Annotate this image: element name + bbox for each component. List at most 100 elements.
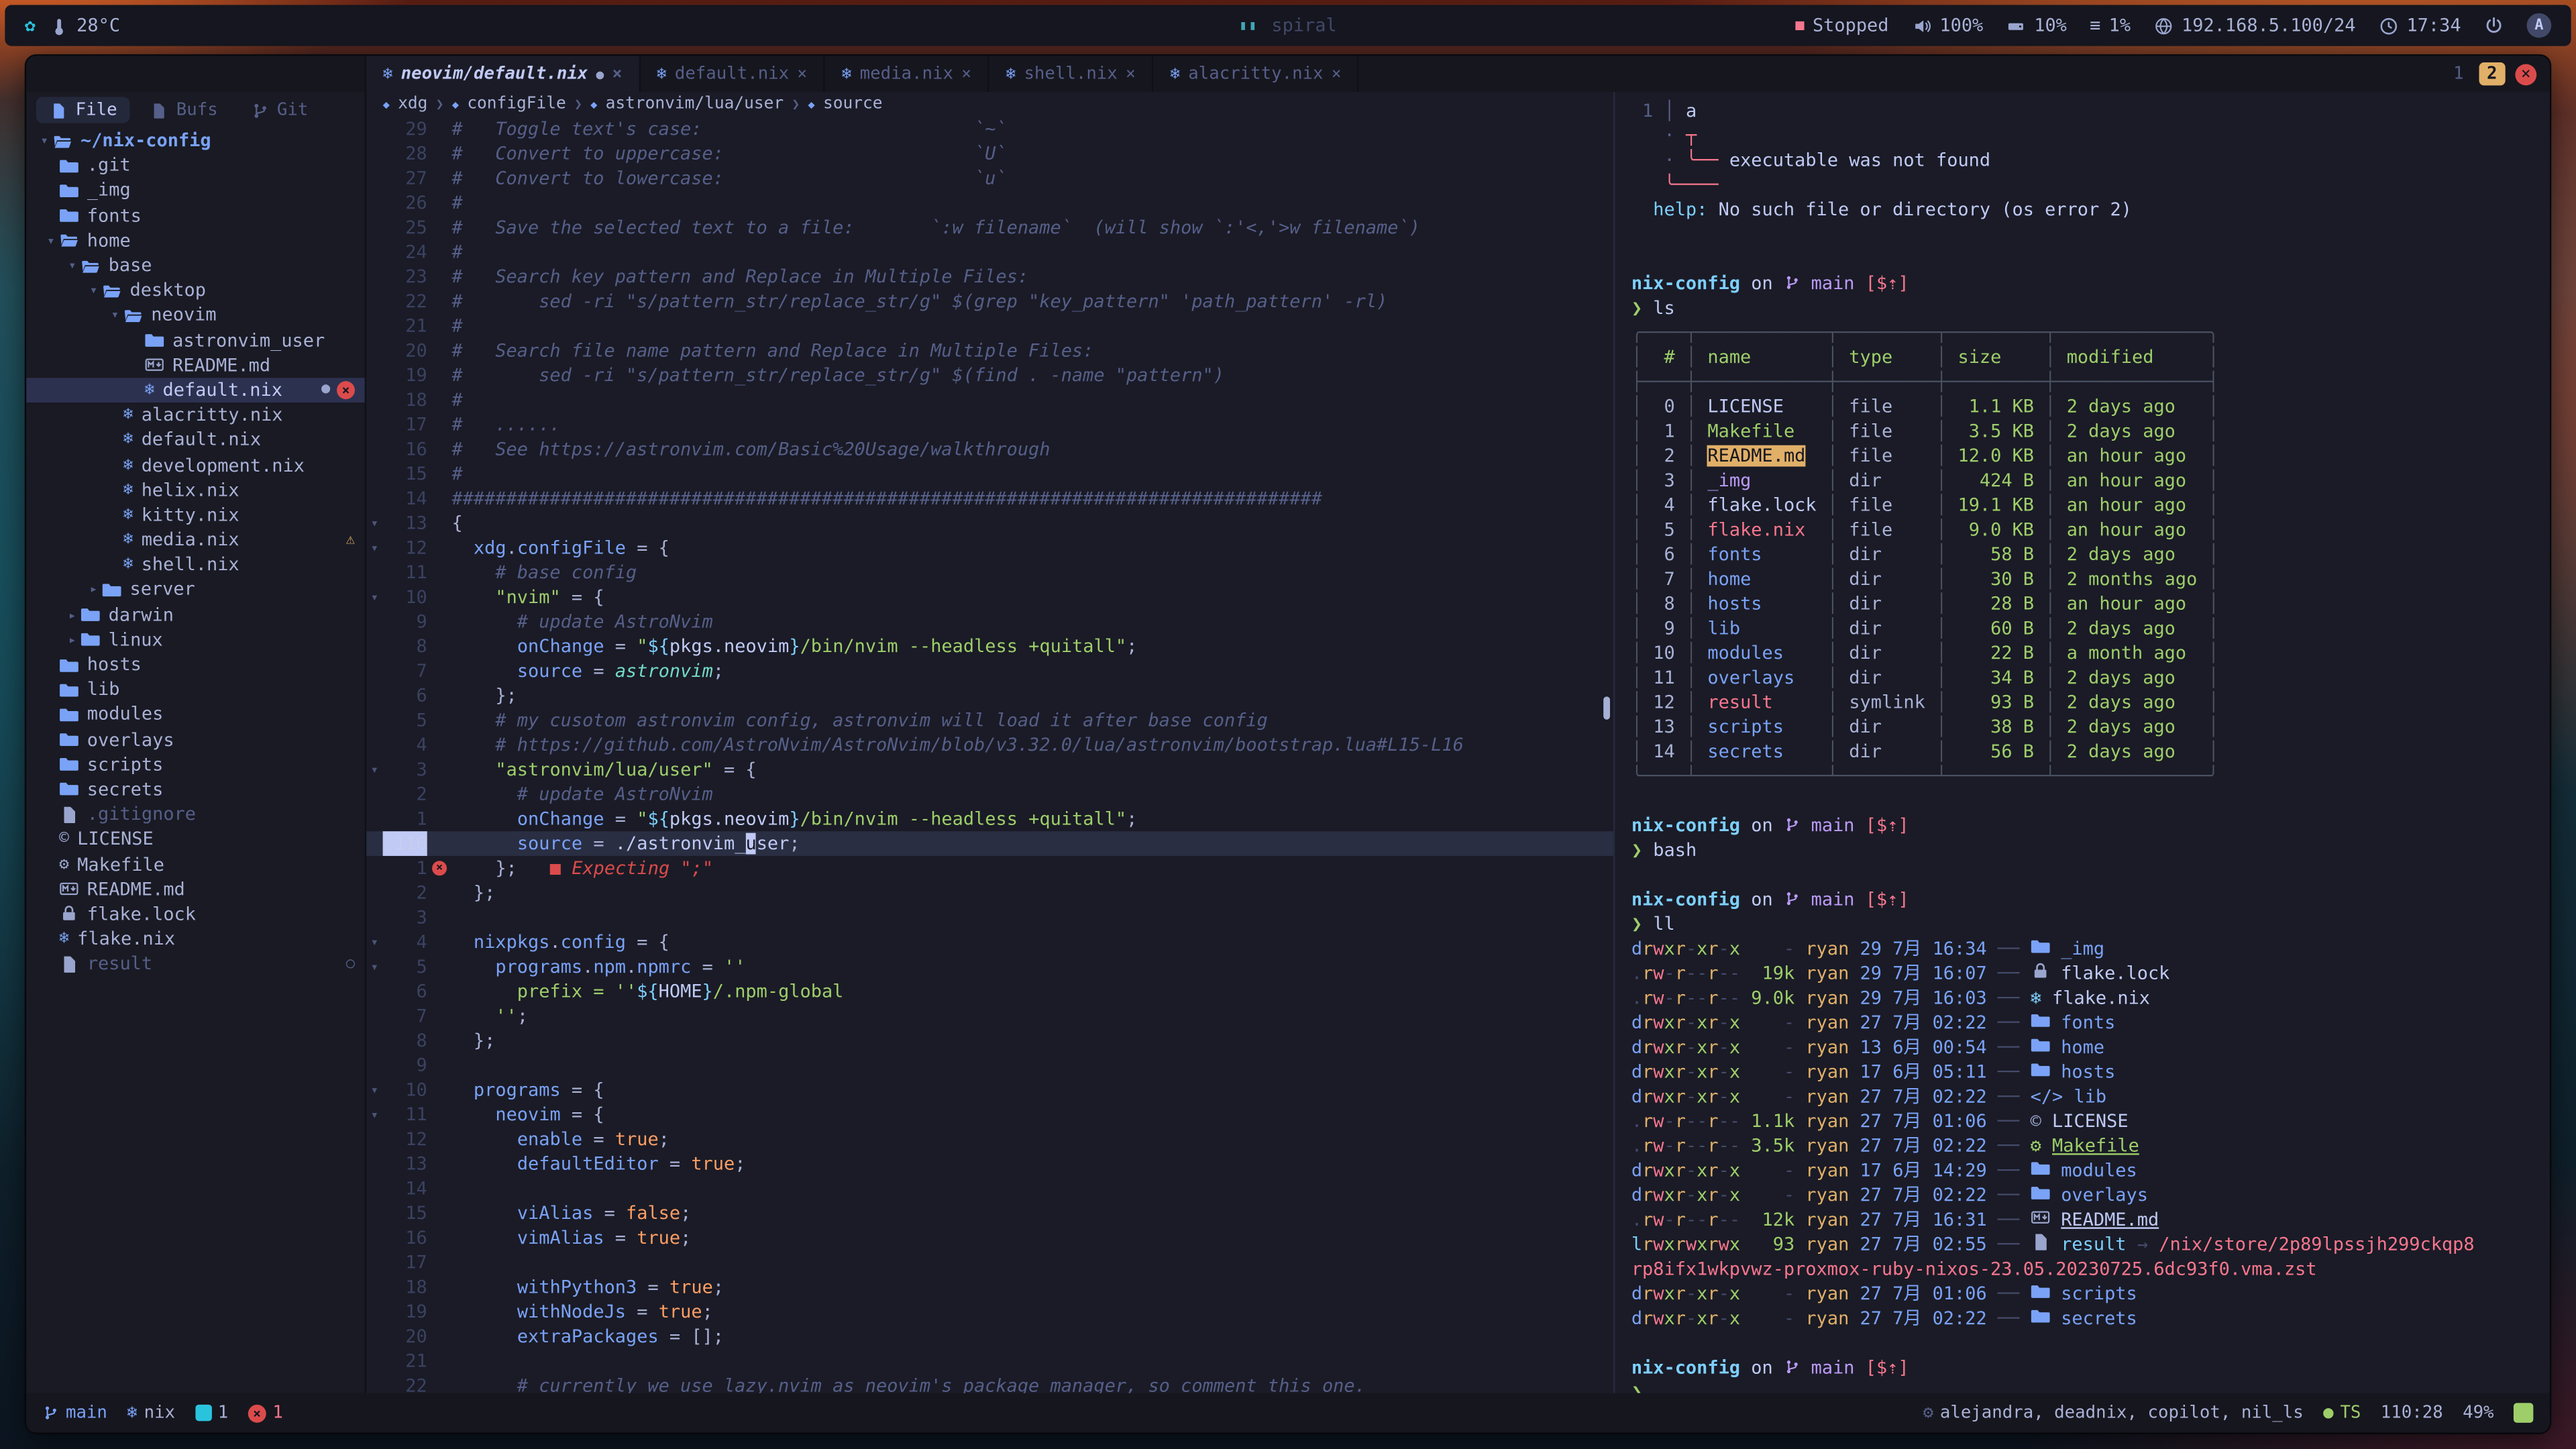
editor-line[interactable]: ▾3 "astronvim/lua/user" = { (366, 757, 1613, 782)
tree-item[interactable]: result○ (26, 951, 364, 976)
buffer-tab[interactable]: ❄media.nix× (825, 56, 989, 92)
tree-item[interactable]: ❄helix.nix (26, 478, 364, 502)
editor-line[interactable]: ▾10 programs = { (366, 1078, 1613, 1103)
tree-item[interactable]: ❄alacritty.nix (26, 402, 364, 427)
close-icon[interactable]: × (2515, 63, 2536, 85)
editor-line[interactable]: 1× };■ Expecting ";" (366, 856, 1613, 881)
chevron-right-icon[interactable]: ▸ (85, 582, 101, 597)
tree-item[interactable]: ❄shell.nix (26, 552, 364, 577)
editor-line[interactable]: 25# Save the selected text to a file: `:… (366, 215, 1613, 240)
close-icon[interactable]: × (1332, 65, 1342, 83)
chevron-down-icon[interactable]: ▾ (64, 258, 80, 273)
editor-line[interactable]: 19# sed -ri "s/pattern_str/replace_str/g… (366, 363, 1613, 388)
tree-item[interactable]: ▸server (26, 578, 364, 602)
buffer-tab[interactable]: ❄neovim/default.nix●× (366, 56, 640, 92)
close-icon[interactable]: × (612, 65, 623, 83)
module-temperature[interactable]: 28°C (49, 15, 121, 36)
editor-line[interactable]: 5 # my cusotom astronvim config, astronv… (366, 708, 1613, 733)
tree-item[interactable]: ▾neovim (26, 303, 364, 327)
editor-line[interactable]: 6 }; (366, 684, 1613, 708)
editor-line[interactable]: 2 }; (366, 881, 1613, 906)
editor-line[interactable]: 7 ''; (366, 1004, 1613, 1028)
sidebar-tab-git[interactable]: Git (237, 97, 321, 123)
media-module[interactable]: ▮▮ spiral (1239, 15, 1336, 36)
tree-item[interactable]: ▸linux (26, 627, 364, 652)
tree-item[interactable]: ❄default.nix (26, 427, 364, 452)
tree-item[interactable]: README.md (26, 877, 364, 902)
chevron-down-icon[interactable]: ▾ (43, 233, 59, 248)
editor-line[interactable]: 4 # https://github.com/AstroNvim/AstroNv… (366, 733, 1613, 757)
editor-line[interactable]: 21 (366, 1349, 1613, 1374)
breadcrumb-item[interactable]: astronvim/lua/user (606, 95, 784, 113)
editor-line[interactable]: 7 source = astronvim; (366, 659, 1613, 684)
editor-line[interactable]: 18 withPython3 = true; (366, 1275, 1613, 1299)
editor-line[interactable]: 13 defaultEditor = true; (366, 1152, 1613, 1177)
editor-line[interactable]: 22 # currently we use lazy.nvim as neovi… (366, 1373, 1613, 1393)
editor-line[interactable]: 9 # update AstroNvim (366, 610, 1613, 635)
buffer-tab[interactable]: ❄alacritty.nix× (1154, 56, 1360, 92)
sidebar-tab-bufs[interactable]: Bufs (137, 97, 231, 123)
editor-line[interactable]: 29# Toggle text's case: `~` (366, 117, 1613, 142)
editor-line[interactable]: 21# (366, 314, 1613, 339)
editor-line[interactable]: ▾4 nixpkgs.config = { (366, 930, 1613, 955)
diagnostic-errors[interactable]: × 1 (248, 1403, 283, 1422)
tree-item[interactable]: ▸darwin (26, 602, 364, 627)
chevron-right-icon[interactable]: ▸ (64, 607, 80, 622)
editor-line[interactable]: 6 prefix = ''${HOME}/.npm-global (366, 979, 1613, 1004)
editor-line[interactable]: 23# Search key pattern and Replace in Mu… (366, 264, 1613, 289)
tree-item[interactable]: _img (26, 178, 364, 203)
buffer-tab[interactable]: ❄shell.nix× (989, 56, 1154, 92)
editor-line[interactable]: 2 # update AstroNvim (366, 782, 1613, 807)
tabpage-1[interactable]: 1 (2445, 62, 2472, 85)
tabpage-2[interactable]: 2 (2479, 62, 2506, 85)
module-network[interactable]: 192.168.5.100/24 (2153, 15, 2355, 36)
tree-item[interactable]: ▾base (26, 253, 364, 278)
breadcrumb-item[interactable]: source (823, 95, 882, 113)
editor-line[interactable]: 28# Convert to uppercase: `U` (366, 142, 1613, 166)
editor-line[interactable]: 17 (366, 1250, 1613, 1275)
scrollbar-thumb[interactable] (1603, 696, 1610, 719)
tree-item[interactable]: overlays (26, 727, 364, 752)
module-status[interactable]: ■ Stopped (1795, 15, 1888, 36)
close-icon[interactable]: × (961, 65, 971, 83)
tree-item[interactable]: hosts (26, 652, 364, 677)
tree-item[interactable]: scripts (26, 752, 364, 777)
terminal-pane[interactable]: 1 │ a · ┬ · ╰── executable was not found… (1613, 92, 2550, 1393)
tree-item[interactable]: ⚙Makefile (26, 852, 364, 877)
tree-item[interactable]: README.md (26, 353, 364, 378)
editor-line[interactable]: 8 onChange = "${pkgs.neovim}/bin/nvim --… (366, 634, 1613, 659)
tree-item[interactable]: fonts (26, 203, 364, 228)
chevron-down-icon[interactable]: ▾ (107, 308, 123, 323)
module-clock[interactable]: 17:34 (2379, 15, 2461, 36)
editor-line[interactable]: ▾12 xdg.configFile = { (366, 535, 1613, 560)
sidebar-tab-file[interactable]: File (36, 97, 130, 123)
editor-line[interactable]: ▾13{ (366, 511, 1613, 536)
tree-item[interactable]: lib (26, 677, 364, 702)
editor-line[interactable]: 8 }; (366, 1028, 1613, 1053)
editor-line[interactable]: 14 (366, 1176, 1613, 1201)
power-icon[interactable] (2484, 15, 2504, 35)
module-disk[interactable]: 10% (2006, 15, 2067, 36)
tree-item[interactable]: ❄flake.nix (26, 926, 364, 951)
tree-item[interactable]: secrets (26, 777, 364, 802)
user-avatar[interactable]: A (2527, 13, 2552, 38)
lsp-clients[interactable]: ⚙ alejandra, deadnix, copilot, nil_ls (1923, 1403, 2304, 1422)
editor-line[interactable]: 15# (366, 462, 1613, 486)
editor-line[interactable]: ▾10 "nvim" = { (366, 585, 1613, 610)
editor-line[interactable]: 110 source = ./astronvim_user; (366, 831, 1613, 856)
editor-line[interactable]: 20 extraPackages = []; (366, 1324, 1613, 1349)
editor-line[interactable]: 16 vimAlias = true; (366, 1226, 1613, 1250)
module-volume[interactable]: 100% (1912, 15, 1984, 36)
editor-line[interactable]: 20# Search file name pattern and Replace… (366, 338, 1613, 363)
gear-flower-icon[interactable]: ✿ (25, 15, 36, 36)
diagnostic-info[interactable]: 1 (195, 1403, 228, 1422)
tree-item[interactable]: .gitignore (26, 802, 364, 826)
pause-icon[interactable]: ▮▮ (1239, 18, 1258, 33)
tree-root[interactable]: ▾ ~/nix-config (26, 128, 364, 153)
editor-line[interactable]: 9 (366, 1053, 1613, 1078)
editor-line[interactable]: 22# sed -ri "s/pattern_str/replace_str/g… (366, 289, 1613, 314)
tree-item[interactable]: ❄development.nix (26, 453, 364, 478)
tree-item[interactable]: .git (26, 153, 364, 178)
tree-item[interactable]: ❄default.nix●× (26, 378, 364, 402)
editor-line[interactable]: 3 (366, 905, 1613, 930)
